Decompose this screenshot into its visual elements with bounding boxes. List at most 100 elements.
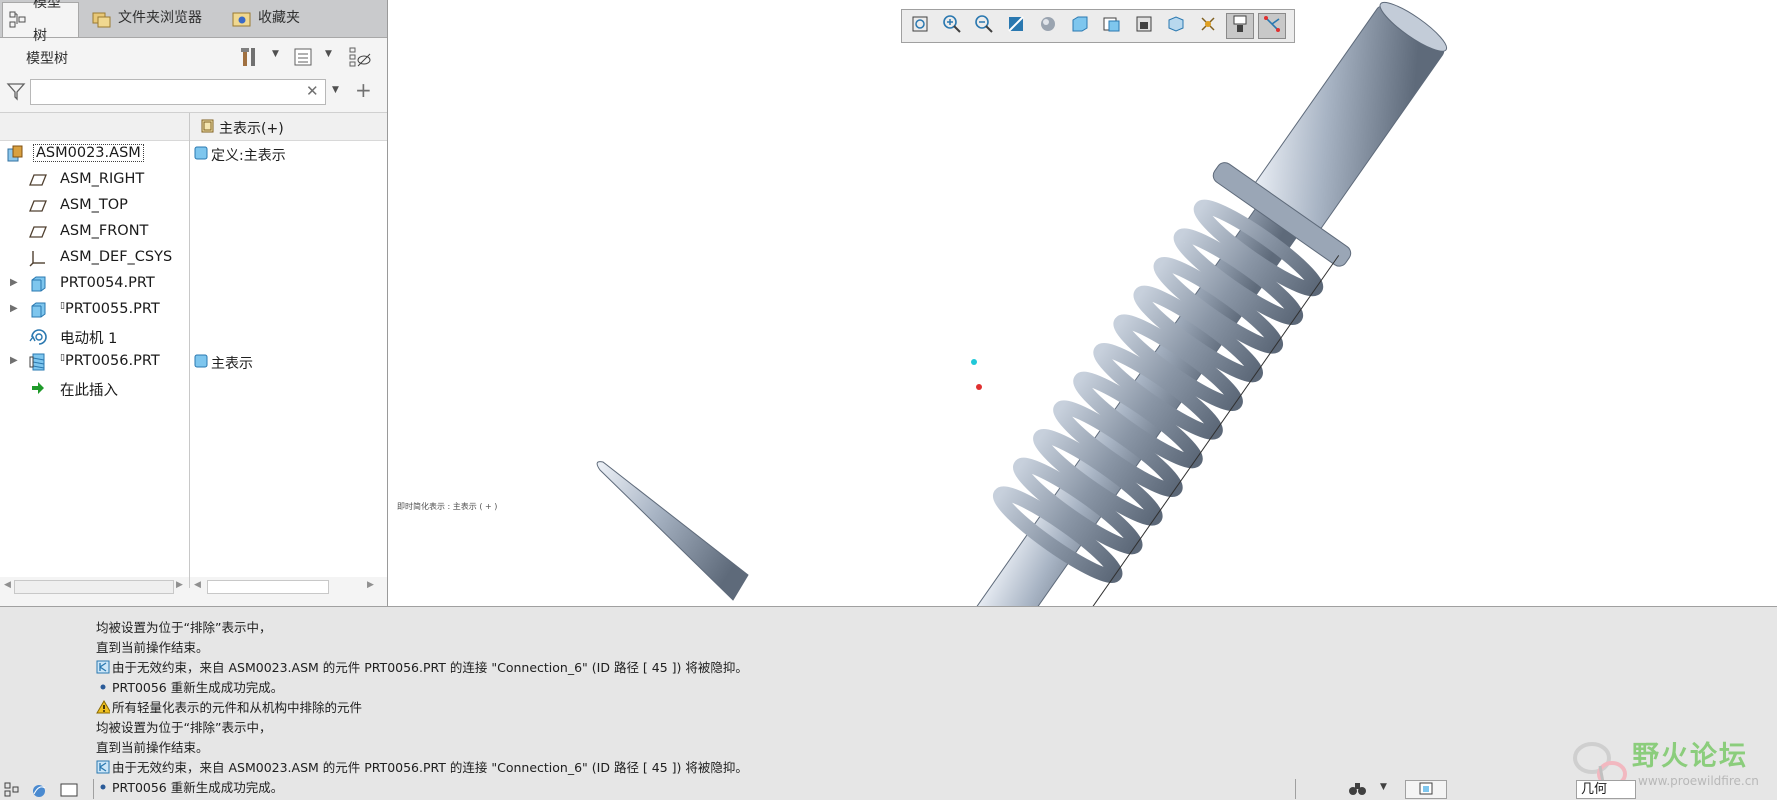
tree-view-options-icon[interactable]: [290, 45, 316, 69]
filter-dropdown-caret[interactable]: ▼: [332, 85, 339, 95]
tree-row-label: ASM_FRONT: [60, 223, 149, 239]
insert-here-icon: [29, 379, 47, 397]
tree-row-rep: 主表示: [211, 356, 253, 372]
message-line: 均被设置为位于“排除”表示中，: [96, 620, 272, 635]
tree-filter-row: ✕ ▼ +: [0, 77, 387, 107]
tree-row-label: PRT0054.PRT: [60, 275, 155, 291]
status-divider: [1295, 779, 1296, 799]
zoom-in-button[interactable]: [938, 13, 966, 39]
navigator-toggle-icon[interactable]: [4, 782, 20, 802]
datum-plane-icon: [29, 197, 47, 215]
spring-part-icon: [29, 353, 47, 371]
tab-model-tree[interactable]: 模型树: [2, 0, 79, 44]
part-icon: [29, 275, 47, 293]
favorites-icon: [232, 10, 252, 28]
model-tree-title: 模型树: [26, 51, 68, 67]
tab-favorites-label: 收藏夹: [258, 10, 300, 26]
scroll-right-arrow-icon[interactable]: ▶: [176, 580, 183, 590]
datum-display-button[interactable]: [1194, 13, 1222, 39]
tree-row-asm-top[interactable]: ASM_TOP: [0, 193, 387, 219]
model-tree-icon: [9, 11, 27, 29]
clear-icon[interactable]: ✕: [306, 82, 319, 100]
status-divider: [93, 779, 94, 799]
zoom-out-button[interactable]: [970, 13, 998, 39]
message-line: PRT0056 重新生成成功完成。: [96, 677, 283, 696]
tree-row-label: 电动机 1: [60, 331, 118, 347]
tree-row-prt0055[interactable]: ▶ ▯PRT0055.PRT: [0, 297, 387, 323]
tree-row-insert-here[interactable]: 在此插入: [0, 375, 387, 401]
simplified-rep-note: 即时简化表示 : 主表示 ( + ): [397, 502, 498, 511]
annotation-display-button[interactable]: [1162, 13, 1190, 39]
message-line: 由于无效约束，来自 ASM0023.ASM 的元件 PRT0056.PRT 的连…: [96, 657, 748, 676]
message-line: 所有轻量化表示的元件和从机构中排除的元件: [96, 697, 362, 716]
mechanism-display-icon: [1262, 14, 1282, 38]
constraint-icon: [96, 660, 110, 674]
tree-row-motor[interactable]: 电动机 1: [0, 323, 387, 349]
find-dropdown-caret[interactable]: ▼: [1380, 782, 1387, 792]
tree-row-asm-right[interactable]: ASM_RIGHT: [0, 167, 387, 193]
zoom-in-icon: [942, 14, 962, 38]
display-style-button[interactable]: [1034, 13, 1062, 39]
status-bar: ▼: [0, 779, 1777, 799]
message-line: 直到当前操作结束。: [96, 740, 209, 755]
search-input[interactable]: [30, 79, 326, 105]
motor-icon: [29, 327, 47, 345]
tab-favorites[interactable]: 收藏夹: [226, 2, 314, 35]
tree-row-asm-def-csys[interactable]: ASM_DEF_CSYS: [0, 245, 387, 271]
selection-filter-button[interactable]: [1405, 780, 1447, 799]
folder-browser-icon: [92, 10, 112, 28]
name-column-scrollbar[interactable]: [14, 580, 174, 594]
tree-row-label: ASM0023.ASM: [33, 144, 144, 162]
show-hidden-icon[interactable]: [347, 45, 373, 69]
scroll-right-arrow-icon[interactable]: ▶: [367, 580, 374, 590]
tree-row-asm-front[interactable]: ASM_FRONT: [0, 219, 387, 245]
bullet-icon: [96, 680, 110, 694]
constraint-icon: [96, 760, 110, 774]
filter-select[interactable]: 几何: [1576, 780, 1636, 799]
view-box-icon: [1418, 781, 1434, 799]
perspective-icon: [1134, 14, 1154, 38]
graphics-window[interactable]: 即时简化表示 : 主表示 ( + ): [388, 0, 1777, 606]
scroll-left-arrow-icon[interactable]: ◀: [4, 580, 11, 590]
fullscreen-toggle-icon[interactable]: [60, 783, 78, 801]
tab-folder-browser-label: 文件夹浏览器: [118, 10, 202, 26]
tab-folder-browser[interactable]: 文件夹浏览器: [86, 2, 222, 35]
find-icon[interactable]: [1348, 781, 1368, 801]
add-filter-icon[interactable]: +: [355, 78, 372, 102]
tree-row-label: ASM_TOP: [60, 197, 128, 213]
spin-center-button[interactable]: [1226, 13, 1254, 39]
tree-row-prt0054[interactable]: ▶ PRT0054.PRT: [0, 271, 387, 297]
view-manager-button[interactable]: [1098, 13, 1126, 39]
tools-dropdown-caret[interactable]: ▼: [272, 49, 279, 59]
simplified-rep-icon: [200, 118, 216, 138]
saved-views-button[interactable]: [1066, 13, 1094, 39]
filter-icon[interactable]: [6, 81, 26, 105]
mechanism-display-button[interactable]: [1258, 13, 1286, 39]
spin-center-icon: [1230, 14, 1250, 38]
csys-icon: [29, 249, 47, 267]
view-options-dropdown-caret[interactable]: ▼: [325, 49, 332, 59]
rep-column-scrollbar-thumb[interactable]: [207, 580, 329, 594]
tree-row-label: 在此插入: [60, 383, 118, 399]
scroll-left-arrow-icon[interactable]: ◀: [194, 580, 201, 590]
message-line: 均被设置为位于“排除”表示中，: [96, 720, 272, 735]
zoom-out-icon: [974, 14, 994, 38]
perspective-button[interactable]: [1130, 13, 1158, 39]
navigator-tab-bar: 模型树 文件夹浏览器 收藏夹: [0, 0, 387, 44]
settings-tools-icon[interactable]: [237, 45, 263, 69]
refit-button[interactable]: [906, 13, 934, 39]
tree-column-header[interactable]: 主表示(+): [0, 113, 387, 141]
datum-plane-icon: [29, 171, 47, 189]
expand-arrow-icon[interactable]: ▶: [10, 277, 18, 288]
expand-arrow-icon[interactable]: ▶: [10, 355, 18, 366]
repaint-button[interactable]: [1002, 13, 1030, 39]
browser-toggle-icon[interactable]: [30, 782, 48, 802]
spring-assembly-model[interactable]: [388, 0, 1777, 606]
model-tree: 主表示(+) ASM0023.ASM 定义:主表示 ASM_RIGHT ASM_…: [0, 112, 387, 588]
tree-row-prt0056[interactable]: ▶ ▯PRT0056.PRT 主表示: [0, 349, 387, 375]
expand-arrow-icon[interactable]: ▶: [10, 303, 18, 314]
display-style-icon: [1038, 14, 1058, 38]
tree-row-label: ASM_RIGHT: [60, 171, 145, 187]
tree-row-asm0023[interactable]: ASM0023.ASM 定义:主表示: [0, 141, 387, 167]
model-tree-header: 模型树 ▼ ▼: [0, 37, 387, 77]
